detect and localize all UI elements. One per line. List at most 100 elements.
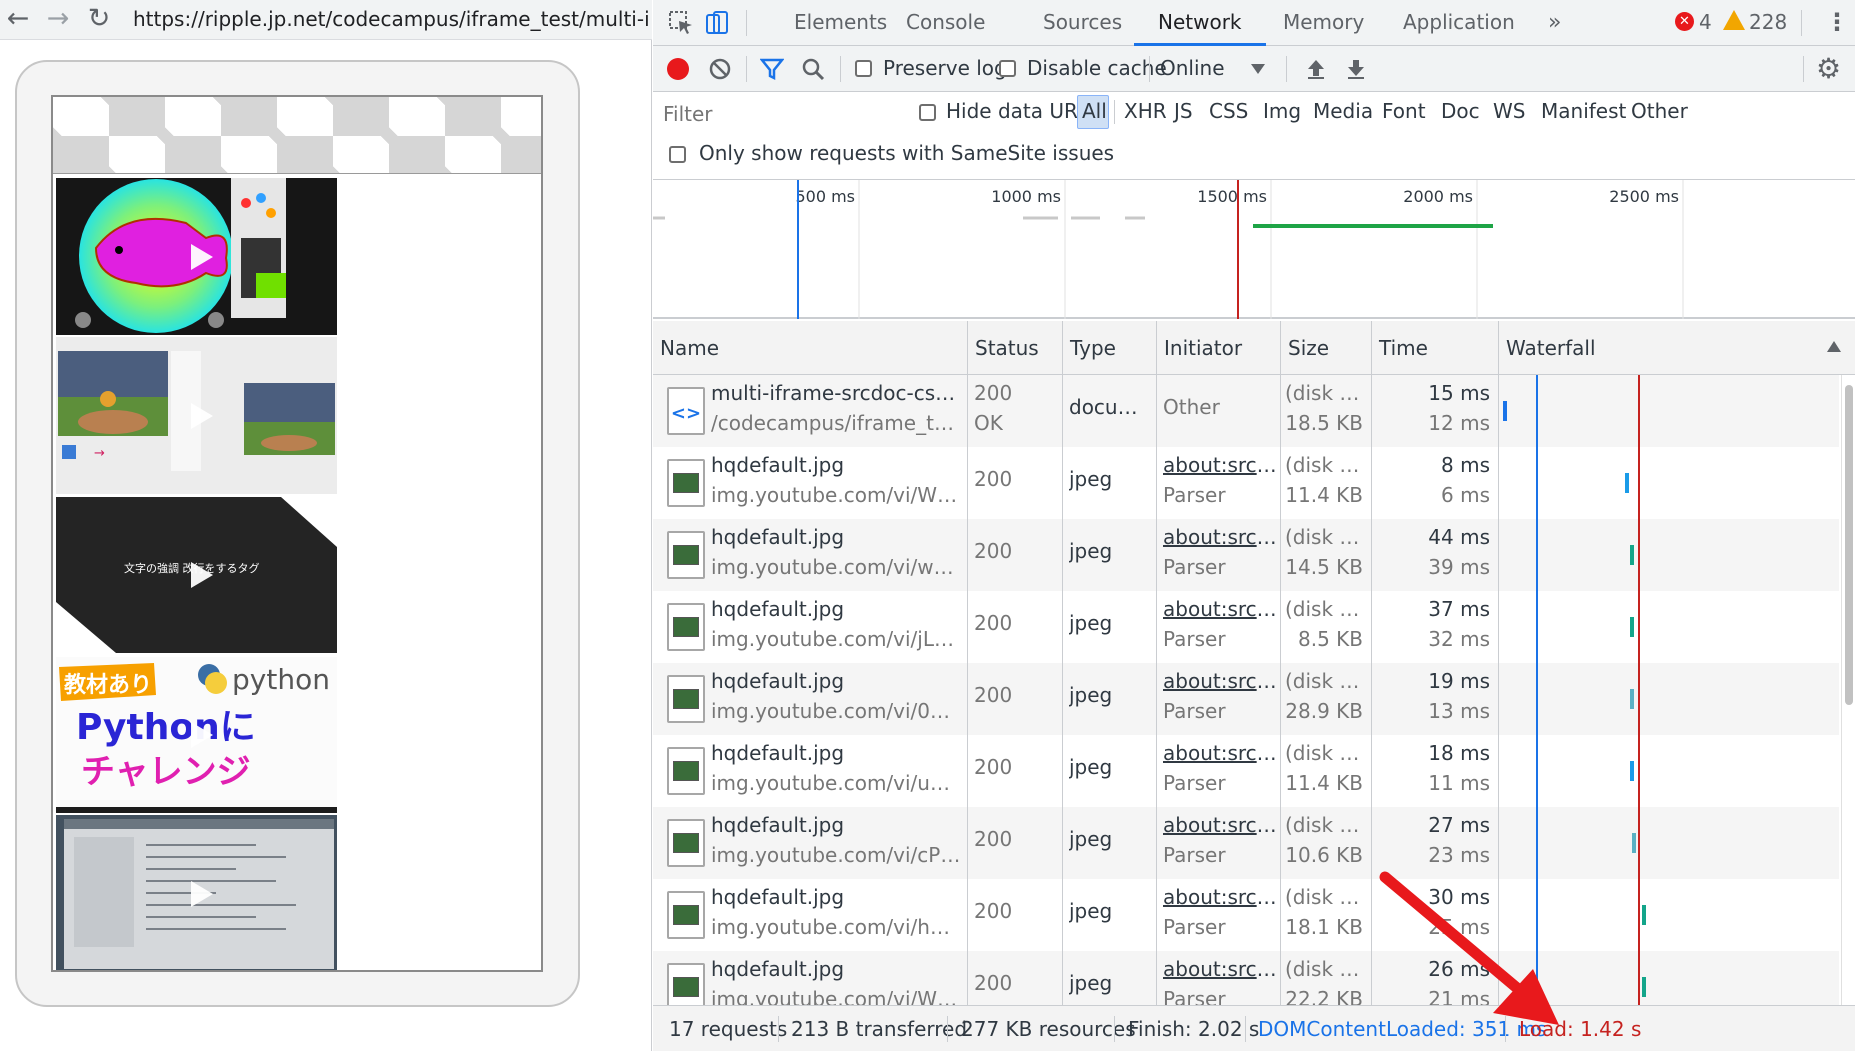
size-source: (disk ca... bbox=[1285, 813, 1369, 837]
tab-network[interactable]: Network bbox=[1134, 0, 1266, 46]
cell-name: <> multi-iframe-srcdoc-csstrick.... /codec… bbox=[653, 375, 968, 447]
error-count[interactable]: 4 bbox=[1699, 0, 1712, 46]
filter-icon[interactable] bbox=[760, 57, 784, 81]
filter-type-all[interactable]: All bbox=[1082, 99, 1107, 123]
request-row[interactable]: hqdefault.jpg img.youtube.com/vi/WgFTP...… bbox=[653, 447, 1839, 519]
filter-type-doc[interactable]: Doc bbox=[1441, 99, 1480, 123]
col-initiator[interactable]: Initiator bbox=[1157, 321, 1281, 375]
device-toolbar-icon[interactable] bbox=[704, 10, 730, 36]
image-icon bbox=[667, 819, 705, 867]
network-overview[interactable]: 500 ms 1000 ms 1500 ms 2000 ms 2500 ms bbox=[653, 180, 1855, 319]
initiator-link[interactable]: about:srcd... bbox=[1163, 813, 1278, 837]
size-source: (disk ca... bbox=[1285, 957, 1369, 981]
col-status[interactable]: Status bbox=[968, 321, 1063, 375]
filter-type-xhr[interactable]: XHR bbox=[1124, 99, 1167, 123]
filter-type-img[interactable]: Img bbox=[1263, 99, 1301, 123]
filter-type-font[interactable]: Font bbox=[1382, 99, 1426, 123]
chevron-down-icon[interactable] bbox=[1251, 64, 1265, 74]
hide-data-urls-checkbox[interactable] bbox=[919, 104, 936, 121]
size-value: 8.5 KB bbox=[1298, 627, 1363, 651]
initiator-type: Parser bbox=[1163, 699, 1226, 723]
tab-memory[interactable]: Memory bbox=[1283, 0, 1364, 46]
tab-console[interactable]: Console bbox=[906, 0, 985, 46]
cell-status: 200 bbox=[968, 735, 1063, 807]
col-type[interactable]: Type bbox=[1063, 321, 1157, 375]
filter-input[interactable] bbox=[657, 98, 900, 130]
reload-icon[interactable]: ↻ bbox=[84, 4, 114, 34]
record-icon[interactable] bbox=[667, 58, 689, 80]
request-row[interactable]: <> multi-iframe-srcdoc-csstrick.... /codec… bbox=[653, 375, 1839, 447]
video-thumbnail-paint[interactable] bbox=[56, 178, 337, 335]
browser-pane: ← → ↻ https://ripple.jp.net/codecampus/i… bbox=[0, 0, 652, 1051]
search-icon[interactable] bbox=[801, 57, 825, 81]
tab-elements[interactable]: Elements bbox=[794, 0, 887, 46]
initiator-link[interactable]: about:srcd... bbox=[1163, 597, 1278, 621]
filter-type-js[interactable]: JS bbox=[1174, 99, 1193, 123]
request-list: <> multi-iframe-srcdoc-csstrick.... /codec… bbox=[653, 375, 1839, 1005]
request-table-header: Name Status Type Initiator Size Time Wat… bbox=[653, 321, 1855, 375]
export-har-icon[interactable] bbox=[1344, 57, 1368, 81]
inspect-element-icon[interactable] bbox=[668, 10, 694, 36]
filter-type-media[interactable]: Media bbox=[1313, 99, 1373, 123]
tab-sources[interactable]: Sources bbox=[1043, 0, 1122, 46]
overview-timeline: 500 ms 1000 ms 1500 ms 2000 ms 2500 ms bbox=[653, 180, 1684, 319]
disable-cache-checkbox[interactable] bbox=[999, 60, 1016, 77]
col-size[interactable]: Size bbox=[1281, 321, 1372, 375]
request-row[interactable]: hqdefault.jpg img.youtube.com/vi/u3FWi7..… bbox=[653, 735, 1839, 807]
cell-size: (disk ca... 18.1 KB bbox=[1281, 879, 1372, 951]
request-type: jpeg bbox=[1069, 539, 1113, 563]
request-list-scrollbar[interactable] bbox=[1841, 375, 1855, 1005]
initiator-link[interactable]: about:srcd... bbox=[1163, 669, 1278, 693]
video-thumbnail-code[interactable] bbox=[56, 815, 337, 970]
url-input[interactable]: https://ripple.jp.net/codecampus/iframe_… bbox=[133, 7, 648, 31]
device-screen: → 文字の強調 改行をするタグ 教材あり python Pythonに チャレン… bbox=[51, 95, 543, 972]
filter-type-css[interactable]: CSS bbox=[1209, 99, 1248, 123]
filter-type-other[interactable]: Other bbox=[1631, 99, 1688, 123]
col-time[interactable]: Time bbox=[1372, 321, 1499, 375]
col-waterfall[interactable]: Waterfall bbox=[1499, 321, 1855, 375]
clear-icon[interactable] bbox=[708, 57, 732, 81]
request-name: hqdefault.jpg bbox=[711, 453, 845, 477]
throttling-select[interactable]: Online bbox=[1160, 56, 1225, 80]
preserve-log-checkbox[interactable] bbox=[855, 60, 872, 77]
video-thumbnail-baseball[interactable]: → bbox=[56, 337, 337, 494]
initiator-link[interactable]: about:srcd... bbox=[1163, 525, 1278, 549]
initiator-link[interactable]: about:srcd... bbox=[1163, 885, 1278, 909]
request-row[interactable]: hqdefault.jpg img.youtube.com/vi/jL3cA99.… bbox=[653, 591, 1839, 663]
request-row[interactable]: hqdefault.jpg img.youtube.com/vi/01Srj9Z.… bbox=[653, 663, 1839, 735]
request-name: hqdefault.jpg bbox=[711, 525, 845, 549]
filter-type-ws[interactable]: WS bbox=[1493, 99, 1525, 123]
forward-icon[interactable]: → bbox=[43, 4, 73, 34]
import-har-icon[interactable] bbox=[1304, 57, 1328, 81]
size-source: (disk ca... bbox=[1285, 885, 1369, 909]
initiator-link[interactable]: about:srcd... bbox=[1163, 741, 1278, 765]
initiator-link[interactable]: about:srcd... bbox=[1163, 453, 1278, 477]
video-thumbnail-html-tags[interactable]: 文字の強調 改行をするタグ bbox=[56, 497, 337, 653]
request-row[interactable]: hqdefault.jpg img.youtube.com/vi/WJchct..… bbox=[653, 951, 1839, 1005]
request-row[interactable]: hqdefault.jpg img.youtube.com/vi/hTPc8j1.… bbox=[653, 879, 1839, 951]
error-icon[interactable]: ✕ bbox=[1675, 12, 1694, 31]
request-row[interactable]: hqdefault.jpg img.youtube.com/vi/wC17ns..… bbox=[653, 519, 1839, 591]
samesite-label: Only show requests with SameSite issues bbox=[699, 141, 1115, 165]
cell-type: jpeg bbox=[1063, 807, 1157, 879]
back-icon[interactable]: ← bbox=[3, 4, 33, 34]
cell-time: 19 ms 13 ms bbox=[1372, 663, 1499, 735]
more-tabs-button[interactable]: » bbox=[1548, 0, 1561, 46]
warning-count[interactable]: 228 bbox=[1749, 0, 1787, 46]
initiator-link[interactable]: about:srcd... bbox=[1163, 957, 1278, 981]
overview-tick-label: 500 ms bbox=[795, 187, 855, 206]
tab-application[interactable]: Application bbox=[1403, 0, 1515, 46]
cell-initiator: about:srcd... Parser bbox=[1157, 591, 1281, 663]
request-path: img.youtube.com/vi/01Srj9Z... bbox=[711, 699, 961, 723]
sort-ascending-icon[interactable] bbox=[1827, 341, 1841, 352]
video-thumbnail-python[interactable]: 教材あり python Pythonに チャレンジ bbox=[56, 657, 337, 813]
col-name[interactable]: Name bbox=[653, 321, 968, 375]
summary-resources: 277 KB resources bbox=[961, 1017, 1136, 1041]
samesite-checkbox[interactable] bbox=[669, 146, 686, 163]
warning-icon[interactable] bbox=[1723, 10, 1745, 30]
filter-type-manifest[interactable]: Manifest bbox=[1541, 99, 1626, 123]
size-source: (disk ca... bbox=[1285, 381, 1369, 405]
request-row[interactable]: hqdefault.jpg img.youtube.com/vi/cPgZ_0..… bbox=[653, 807, 1839, 879]
more-options-icon[interactable]: ⋮ bbox=[1825, 0, 1849, 46]
gear-icon[interactable]: ⚙ bbox=[1816, 52, 1841, 85]
